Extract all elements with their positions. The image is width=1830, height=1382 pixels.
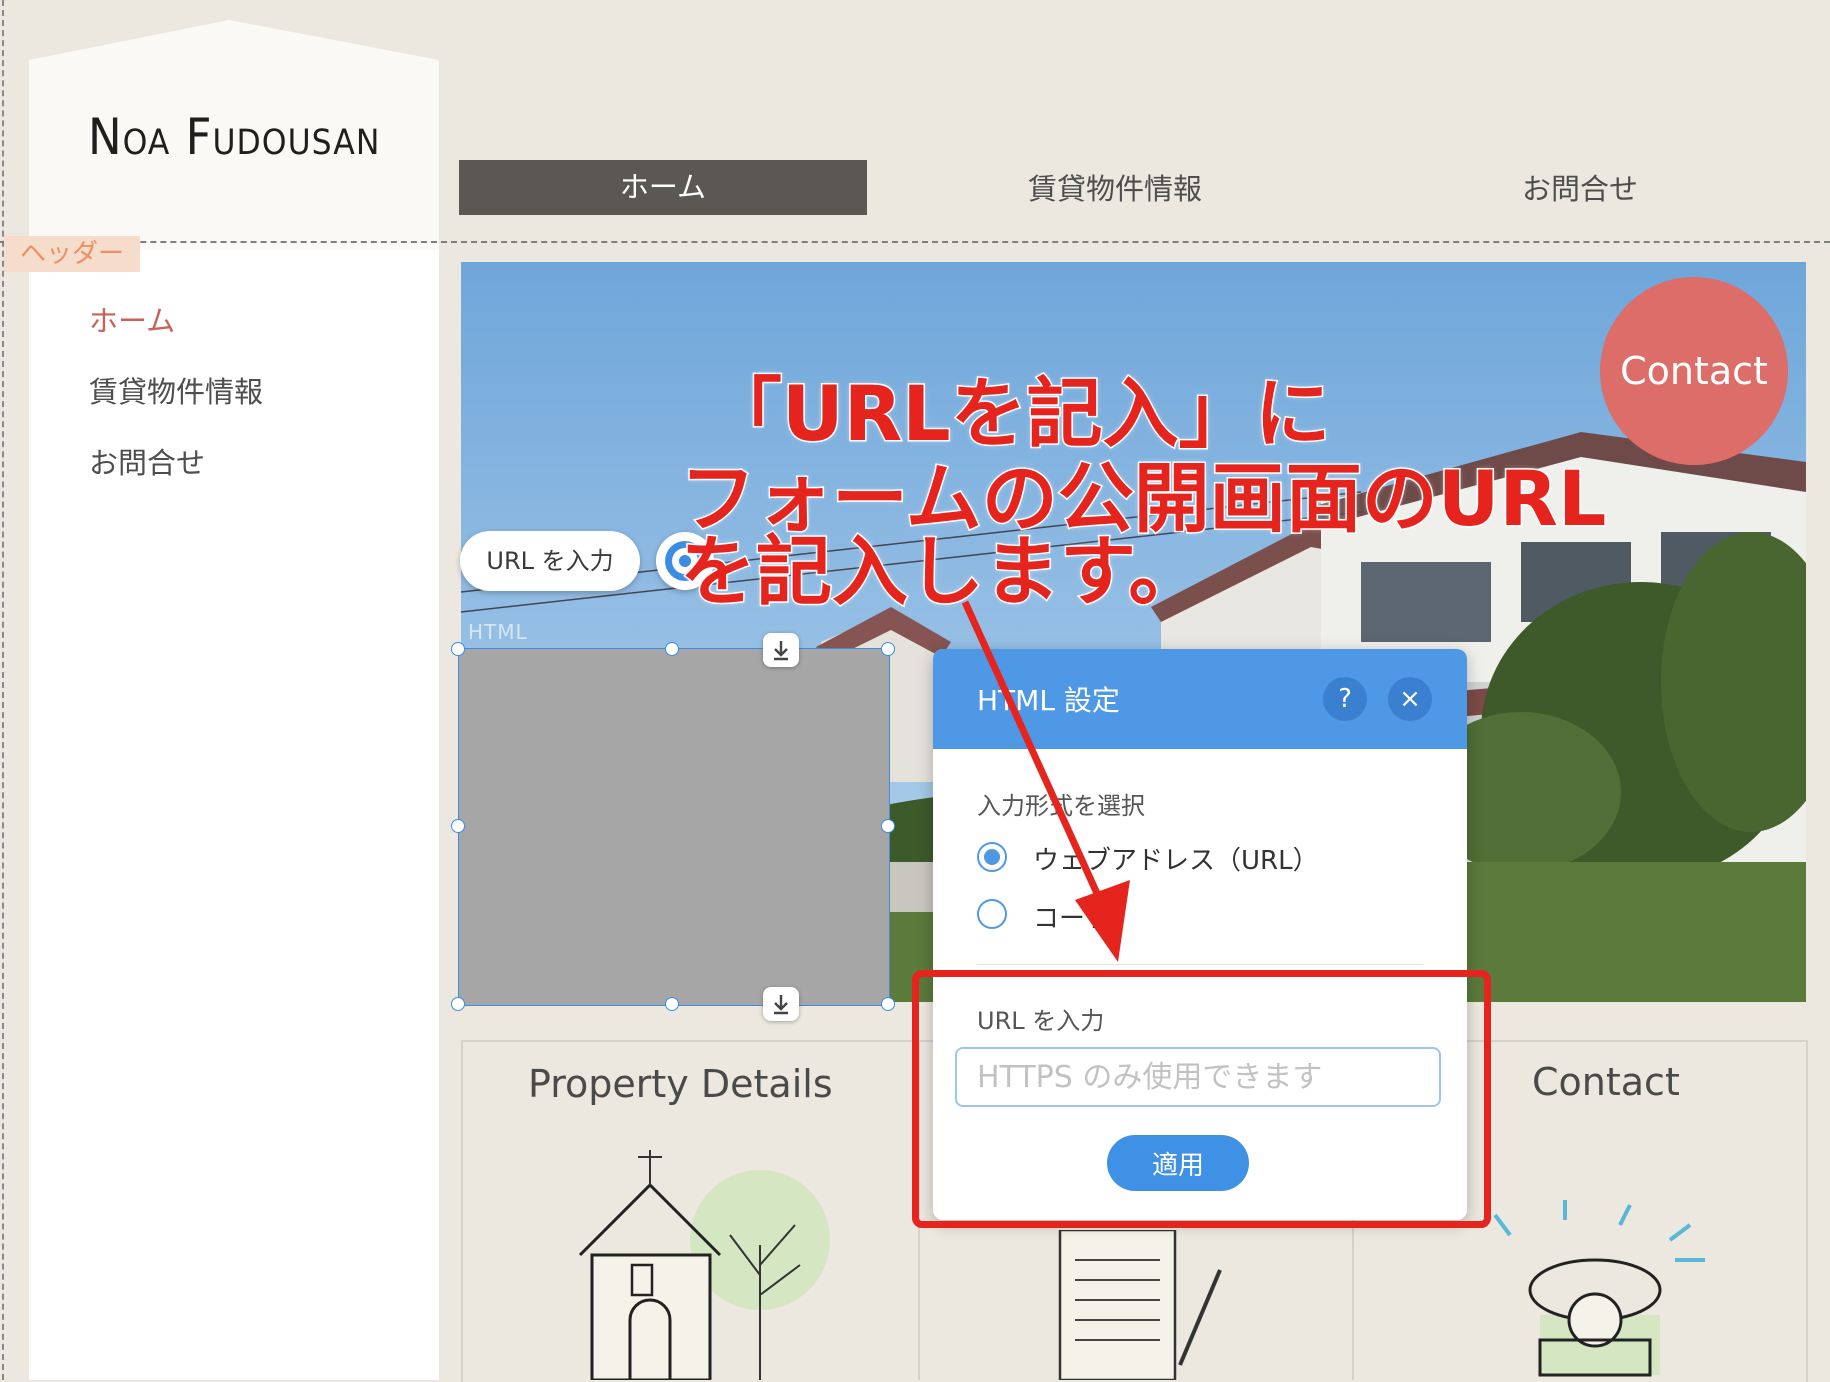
resize-handle[interactable] [451, 819, 465, 833]
download-arrow-icon [774, 641, 788, 661]
radio-code-label[interactable]: コード [1033, 898, 1111, 935]
resize-handle[interactable] [665, 997, 679, 1011]
nav-item-rental[interactable]: 賃貸物件情報 [950, 166, 1280, 210]
radio-selected-dot [984, 849, 1000, 865]
header-section-tag[interactable]: ヘッダー [4, 236, 140, 272]
close-button[interactable]: × [1388, 677, 1432, 721]
nav-item-home[interactable]: ホーム [459, 160, 867, 215]
resize-handle[interactable] [881, 997, 895, 1011]
stretch-bottom-button[interactable] [763, 987, 799, 1021]
telephone-sketch-illustration [1493, 1200, 1705, 1377]
html-embed-element[interactable] [458, 648, 890, 1006]
sidebar-item-home[interactable]: ホーム [89, 298, 175, 340]
resize-handle[interactable] [665, 642, 679, 656]
annotation-line-3: を記入します。 [678, 526, 1205, 618]
resize-handle[interactable] [451, 642, 465, 656]
site-logo[interactable]: Noa Fudousan [88, 108, 380, 166]
document-sketch-illustration [1058, 1230, 1222, 1380]
resize-handle[interactable] [881, 819, 895, 833]
resize-handle[interactable] [881, 642, 895, 656]
close-icon: × [1399, 684, 1421, 714]
contact-circle-button[interactable]: Contact [1600, 277, 1788, 465]
radio-web-address-label[interactable]: ウェブアドレス（URL） [1033, 840, 1319, 877]
card-title-contact: Contact [1532, 1060, 1680, 1104]
question-icon: ? [1338, 684, 1352, 714]
header-boundary-line [0, 241, 1830, 243]
house-sketch-illustration [578, 1150, 830, 1380]
radio-web-address[interactable] [977, 842, 1007, 872]
sidebar-item-rental[interactable]: 賃貸物件情報 [89, 369, 263, 411]
sidebar-item-contact[interactable]: お問合せ [89, 440, 205, 482]
card-title-property-details: Property Details [528, 1062, 833, 1106]
input-type-label: 入力形式を選択 [977, 792, 1145, 820]
help-button[interactable]: ? [1323, 677, 1367, 721]
enter-url-chip[interactable]: URL を入力 [460, 531, 640, 591]
dialog-title: HTML 設定 [977, 684, 1120, 717]
download-arrow-icon [774, 995, 788, 1015]
annotation-highlight-box [912, 970, 1491, 1228]
nav-item-contact[interactable]: お問合せ [1460, 166, 1700, 210]
dialog-divider [977, 964, 1423, 965]
radio-code[interactable] [977, 899, 1007, 929]
canvas-guide-line [2, 0, 4, 1380]
stretch-top-button[interactable] [763, 633, 799, 667]
element-type-tag: HTML [468, 620, 528, 644]
resize-handle[interactable] [451, 997, 465, 1011]
